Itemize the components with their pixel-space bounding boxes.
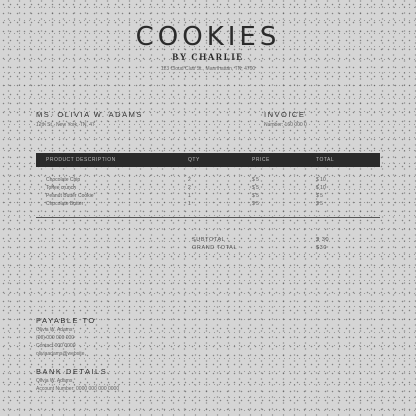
header-qty: QTY [188,157,200,163]
row-total: $ 5 [316,193,323,199]
payable-line: (00) 000 000 000 [36,335,75,341]
bank-line: Account Number: 0000 000 000 0000 [36,386,120,392]
row-total: $ 10 [316,177,326,183]
subtotal-row: SUBTOTAL $ 30 [192,237,342,245]
subtotal-value: $ 30 [316,237,330,243]
totals-block: SUBTOTAL $ 30 GRAND TOTAL $30 [192,237,342,253]
payable-line: oliviaadams@website [36,351,85,357]
table-divider [36,217,380,218]
bank-details-block: BANK DETAILS Olivia W. Adams Account Num… [36,367,119,392]
payable-line: Olivia W. Adams [36,327,73,333]
row-price: $ 5 [252,201,259,207]
header-price: PRICE [252,157,270,163]
table-header: PRODUCT DESCRIPTION QTY PRICE TOTAL [36,153,380,167]
subtotal-label: SUBTOTAL [192,237,226,243]
bill-to-block: MS. OLIVIA W. ADAMS 12th St., New York, … [36,110,143,128]
brand-header: COOKIES BY CHARLIE 123 Cloud Club St., M… [0,22,416,72]
invoice-block: INVOICE Number: 160 000 0 [264,110,307,128]
row-description: Peanut Butter Cookie [46,193,94,199]
customer-name: MS. OLIVIA W. ADAMS [36,110,143,119]
payable-line: Contact 000 0000 [36,343,76,349]
invoice-number: Number: 160 000 0 [264,122,307,128]
brand-address: 123 Cloud Club St., Mannhattan, TN, 4700 [160,66,256,72]
brand-subtitle: BY CHARLIE [172,52,244,62]
row-description: Toffee crunch [46,185,76,191]
table-row: Toffee crunch 2 $ 5 $ 10 [36,184,380,192]
row-price: $ 5 [252,185,259,191]
bank-title: BANK DETAILS [36,367,108,376]
table-row: Chocolate Butter 1 $ 5 $ 5 [36,200,380,208]
brand-title: COOKIES [135,22,281,52]
bank-line: Olivia W. Adams [36,378,73,384]
grand-total-row: GRAND TOTAL $30 [192,245,342,253]
customer-address: 12th St., New York, TN, 47 [36,122,95,128]
row-qty: 2 [188,185,191,191]
row-price: $ 5 [252,177,259,183]
table-body: Chocolate Chip 2 $ 5 $ 10 Toffee crunch … [36,176,380,208]
header-total: TOTAL [316,157,335,163]
payable-title: PAYABLE TO [36,316,96,325]
row-total: $ 10 [316,185,326,191]
payable-to-block: PAYABLE TO Olivia W. Adams (00) 000 000 … [36,316,96,357]
row-qty: 1 [188,193,191,199]
row-description: Chocolate Butter [46,201,84,207]
row-total: $ 5 [316,201,323,207]
row-qty: 1 [188,201,191,207]
grand-total-label: GRAND TOTAL [192,245,238,251]
table-row: Chocolate Chip 2 $ 5 $ 10 [36,176,380,184]
grand-total-value: $30 [316,245,327,251]
row-qty: 2 [188,177,191,183]
row-description: Chocolate Chip [46,177,81,183]
table-row: Peanut Butter Cookie 1 $ 5 $ 5 [36,192,380,200]
row-price: $ 5 [252,193,259,199]
header-description: PRODUCT DESCRIPTION [46,157,116,163]
invoice-label: INVOICE [264,110,306,119]
